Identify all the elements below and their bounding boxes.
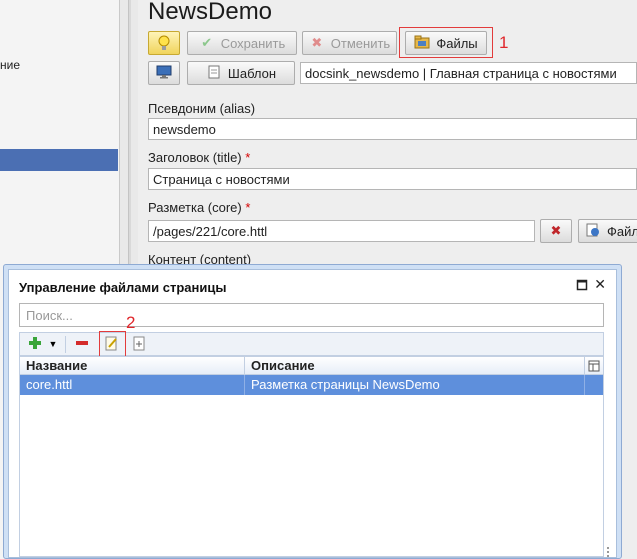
title-label: Заголовок (title) * [148, 150, 250, 165]
cell-description: Разметка страницы NewsDemo [245, 375, 585, 395]
markup-label: Разметка (core) * [148, 200, 250, 215]
alias-label: Псевдоним (alias) [148, 101, 256, 116]
sidebar-item-label[interactable]: ние [0, 58, 20, 72]
required-mark: * [245, 200, 251, 215]
column-header-description[interactable]: Описание [245, 357, 585, 375]
template-button-label: Шаблон [227, 65, 277, 81]
remove-icon [74, 336, 90, 352]
markup-clear-button[interactable]: ✖ [540, 219, 572, 243]
column-header-name[interactable]: Название [20, 357, 245, 375]
cancel-button[interactable]: ✖ Отменить [302, 31, 397, 55]
column-menu-icon[interactable] [585, 357, 603, 375]
sidebar-item-selected[interactable] [0, 149, 118, 171]
markup-label-text: Разметка (core) [148, 200, 242, 215]
page-title: NewsDemo [148, 0, 273, 25]
markup-files-button-label: Файл [607, 223, 637, 239]
save-button-label: Сохранить [220, 35, 286, 51]
dropdown-arrow-icon: ▼ [48, 339, 58, 349]
edit-file-icon [104, 336, 120, 352]
monitor-icon [156, 65, 172, 81]
resize-handle[interactable] [607, 547, 611, 557]
title-label-text: Заголовок (title) [148, 150, 242, 165]
dialog-body: Управление файлами страницы ✕ Поиск... ▼ [8, 269, 617, 558]
annotation-number-2: 2 [126, 313, 136, 332]
files-button[interactable]: Файлы [405, 31, 487, 55]
toolbar-separator [65, 336, 66, 353]
dialog-title: Управление файлами страницы [19, 280, 227, 295]
files-button-label: Файлы [436, 35, 478, 51]
files-grid: Название Описание core.httl Разметка стр… [19, 356, 609, 557]
required-mark: * [245, 150, 251, 165]
files-dialog: Управление файлами страницы ✕ Поиск... ▼ [3, 264, 622, 559]
add-button[interactable] [24, 334, 46, 354]
add-menu-button[interactable]: ▼ [46, 334, 60, 354]
document-icon [585, 223, 601, 239]
save-button[interactable]: ✔ Сохранить [187, 31, 297, 55]
lightbulb-icon [156, 35, 172, 51]
template-button[interactable]: Шаблон [187, 61, 295, 85]
grid-header: Название Описание [20, 357, 603, 375]
edit-file-button[interactable] [101, 334, 123, 354]
cancel-button-label: Отменить [330, 35, 391, 51]
annotation-number-1: 1 [499, 33, 509, 52]
add-file-icon [131, 336, 147, 352]
cross-icon: ✖ [311, 35, 323, 50]
alias-field[interactable]: newsdemo [148, 118, 637, 140]
remove-button[interactable] [71, 334, 93, 354]
search-input[interactable]: Поиск... [19, 303, 604, 327]
title-field[interactable]: Страница с новостями [148, 168, 637, 190]
markup-files-button[interactable]: Файл [578, 219, 637, 243]
document-icon [206, 65, 222, 81]
maximize-icon[interactable] [576, 279, 588, 291]
add-icon [27, 336, 43, 352]
folder-icon [414, 35, 430, 51]
cell-name: core.httl [20, 375, 245, 395]
markup-field[interactable]: /pages/221/core.httl [148, 220, 535, 242]
template-field[interactable]: docsink_newsdemo | Главная страница с но… [300, 62, 637, 84]
close-icon[interactable]: ✕ [594, 276, 606, 293]
hint-button[interactable] [148, 31, 180, 55]
add-file-button[interactable] [128, 334, 150, 354]
delete-icon: ✖ [550, 223, 562, 238]
files-toolbar: ▼ [19, 331, 604, 357]
table-row[interactable]: core.httl Разметка страницы NewsDemo [20, 375, 603, 395]
checkmark-icon: ✔ [201, 35, 213, 50]
preview-button[interactable] [148, 61, 180, 85]
